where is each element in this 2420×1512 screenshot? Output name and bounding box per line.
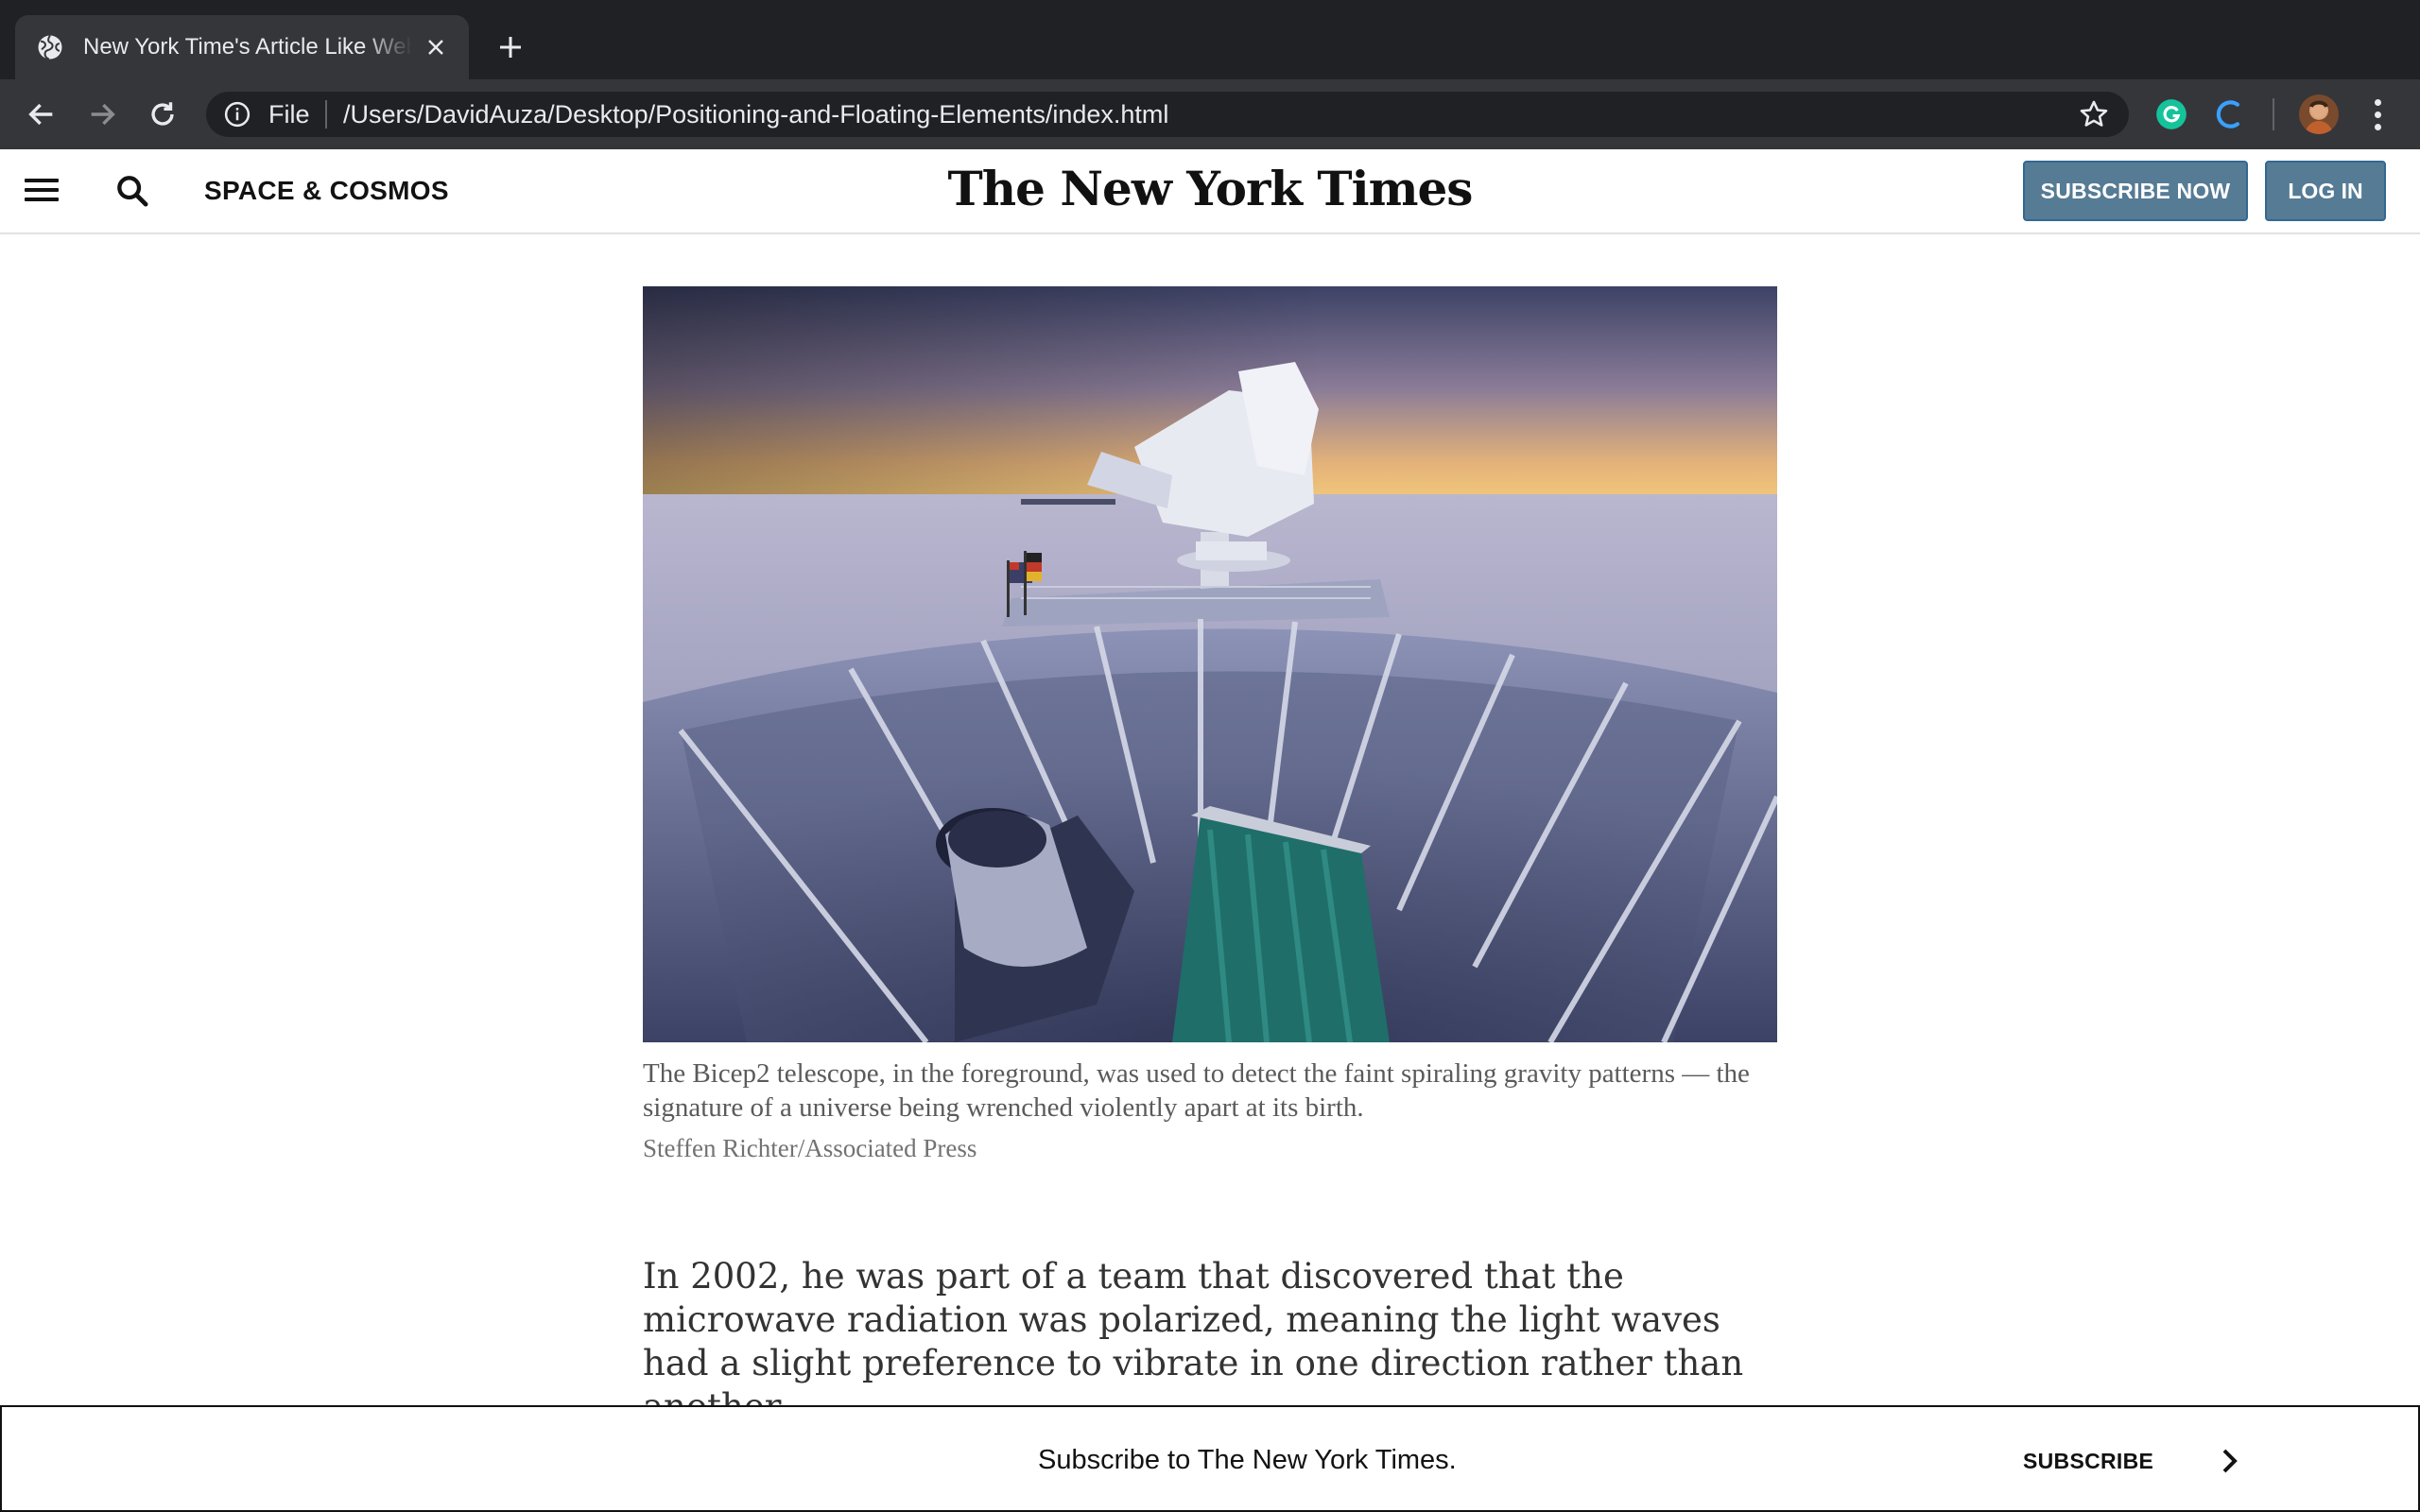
back-button[interactable] [23, 95, 60, 133]
url-scheme-label: File [268, 100, 310, 129]
image-caption: The Bicep2 telescope, in the foreground,… [643, 1058, 1750, 1123]
subscribe-now-button[interactable]: SUBSCRIBE NOW [2023, 161, 2248, 221]
globe-icon [38, 34, 62, 60]
tab-title: New York Time's Article Like Web Page [83, 34, 412, 60]
subscribe-banner-text: Subscribe to The New York Times. [1038, 1445, 1457, 1475]
nyt-logo[interactable]: The New York Times [945, 159, 1475, 219]
arrow-left-icon [28, 103, 53, 126]
article-paragraph: In 2002, he was part of a team that disc… [643, 1256, 1744, 1427]
site-header: SPACE & COSMOS The New York Times SUBSCR… [0, 149, 2420, 234]
close-icon[interactable] [422, 33, 450, 61]
menu-icon[interactable] [25, 176, 59, 204]
new-tab-button[interactable] [492, 28, 529, 66]
loading-spinner-icon[interactable] [2212, 96, 2248, 132]
omnibox-divider [325, 100, 327, 129]
url-text[interactable]: /Users/DavidAuza/Desktop/Positioning-and… [343, 98, 1168, 130]
reload-icon [151, 102, 174, 126]
article-hero-image [643, 286, 1777, 1042]
section-title[interactable]: SPACE & COSMOS [204, 174, 449, 208]
chevron-right-icon[interactable] [2218, 1445, 2242, 1477]
arrow-right-icon [91, 103, 115, 126]
reload-button[interactable] [144, 95, 182, 133]
info-icon[interactable] [223, 100, 251, 129]
subscribe-link[interactable]: SUBSCRIBE [2023, 1447, 2153, 1475]
image-credit: Steffen Richter/Associated Press [643, 1134, 977, 1162]
toolbar-divider [2273, 98, 2274, 130]
search-icon[interactable] [113, 172, 151, 210]
browser-menu-button[interactable] [2363, 94, 2392, 134]
forward-button[interactable] [83, 95, 121, 133]
plus-icon [500, 37, 521, 58]
grammarly-icon[interactable] [2153, 96, 2189, 132]
log-in-button[interactable]: LOG IN [2265, 161, 2386, 221]
browser-tab[interactable]: New York Time's Article Like Web Page [15, 15, 469, 79]
bookmark-star-icon[interactable] [2078, 98, 2110, 130]
profile-avatar[interactable] [2299, 94, 2339, 134]
telescope-photo [643, 286, 1777, 1042]
subscribe-banner: Subscribe to The New York Times. SUBSCRI… [0, 1405, 2420, 1512]
avatar-icon [2305, 100, 2333, 134]
browser-tabstrip: New York Time's Article Like Web Page [0, 0, 2420, 79]
